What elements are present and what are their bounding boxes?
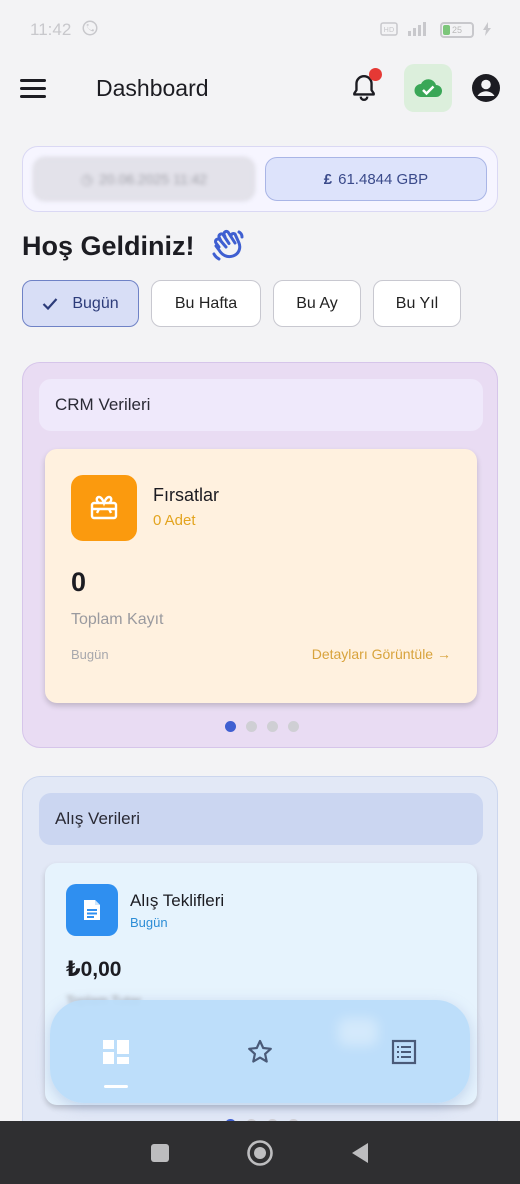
crm-pager: [225, 721, 299, 732]
period-label: Bugün: [71, 647, 109, 662]
system-navigation-bar: [0, 1121, 520, 1184]
dashboard-icon: [103, 1039, 129, 1064]
total-amount: ₺0,00: [66, 958, 122, 981]
total-value: 0: [71, 567, 87, 597]
gift-card-icon: [90, 495, 118, 520]
filter-label: Bugün: [72, 294, 119, 312]
total-label: Toplam Kayıt: [71, 611, 164, 628]
currency-symbol: £: [323, 170, 333, 188]
back-triangle-icon: [352, 1142, 368, 1163]
square-icon: [151, 1143, 169, 1162]
card-count: 0 Adet: [153, 512, 196, 529]
page-title: Dashboard: [96, 74, 209, 101]
filter-this-week[interactable]: Bu Hafta: [151, 280, 261, 327]
status-time: 11:42: [30, 20, 72, 39]
battery-icon: 25: [440, 22, 474, 38]
page-dot-3[interactable]: [267, 721, 278, 732]
notifications-button[interactable]: [342, 66, 386, 110]
card-title: Fırsatlar: [153, 485, 220, 505]
date-time-value: 20.06.2025 11:42: [99, 171, 208, 187]
sim-icon: HD: [380, 21, 398, 39]
filter-this-year[interactable]: Bu Yıl: [373, 280, 461, 327]
star-icon: [248, 1039, 272, 1063]
period-filters: Bugün Bu Hafta Bu Ay Bu Yıl: [22, 280, 461, 327]
nav-highlight: [338, 1018, 378, 1046]
status-bar: 11:42 HD 25: [0, 0, 520, 60]
account-button[interactable]: [470, 72, 502, 104]
back-button[interactable]: [340, 1133, 380, 1173]
bottom-navigation: [50, 1000, 470, 1103]
opportunities-card[interactable]: Fırsatlar 0 Adet 0 Toplam Kayıt Bugün De…: [45, 449, 477, 703]
app-bar: Dashboard: [0, 60, 520, 116]
menu-icon: [20, 78, 46, 82]
list-icon: [391, 1039, 417, 1064]
check-icon: [43, 298, 58, 310]
battery-percent: 25: [451, 25, 462, 35]
nav-list[interactable]: [378, 1026, 430, 1078]
welcome-text: Hoş Geldiniz!: [22, 230, 195, 261]
cloud-check-icon: [414, 79, 442, 97]
filter-label: Bu Yıl: [395, 294, 439, 312]
welcome-heading: Hoş Geldiniz!: [22, 224, 247, 268]
section-header: CRM Verileri: [39, 379, 483, 431]
recents-button[interactable]: [140, 1133, 180, 1173]
nav-dashboard[interactable]: [90, 1026, 142, 1088]
svg-text:HD: HD: [384, 26, 395, 34]
card-title: Alış Teklifleri: [130, 891, 225, 910]
view-details-link[interactable]: Detayları Görüntüle →: [312, 646, 451, 662]
clock-icon: ◷: [80, 170, 94, 187]
filter-label: Bu Ay: [296, 294, 338, 312]
section-header: Alış Verileri: [39, 793, 483, 845]
purchase-offers-tile: [66, 884, 118, 936]
menu-button[interactable]: [20, 71, 54, 105]
currency-value: 61.4844 GBP: [338, 170, 429, 188]
page-dot-4[interactable]: [288, 721, 299, 732]
filter-today[interactable]: Bugün: [22, 280, 139, 327]
active-indicator: [104, 1084, 128, 1088]
sync-button[interactable]: [404, 64, 452, 112]
page-dot-2[interactable]: [246, 721, 257, 732]
account-icon: [472, 74, 500, 102]
nav-favorites[interactable]: [234, 1026, 286, 1078]
crm-section: CRM Verileri Fırsatlar 0 Adet 0 Toplam K…: [22, 362, 498, 748]
opportunities-tile: [71, 475, 137, 541]
currency-chip[interactable]: £ 61.4844 GBP: [265, 157, 487, 201]
document-icon: [84, 900, 100, 920]
date-time-chip: ◷ 20.06.2025 11:42: [33, 157, 255, 201]
charging-icon: [482, 21, 492, 39]
filter-label: Bu Hafta: [174, 294, 238, 312]
home-button[interactable]: [240, 1133, 280, 1173]
waving-hand-icon: [212, 229, 244, 261]
page-dot-1[interactable]: [225, 721, 236, 732]
whatsapp-icon: [81, 19, 99, 42]
card-period: Bugün: [130, 915, 168, 930]
notification-badge: [369, 68, 382, 81]
info-card: ◷ 20.06.2025 11:42 £ 61.4844 GBP: [22, 146, 498, 212]
circle-icon: [247, 1139, 273, 1166]
signal-icon: [406, 21, 432, 40]
filter-this-month[interactable]: Bu Ay: [273, 280, 361, 327]
